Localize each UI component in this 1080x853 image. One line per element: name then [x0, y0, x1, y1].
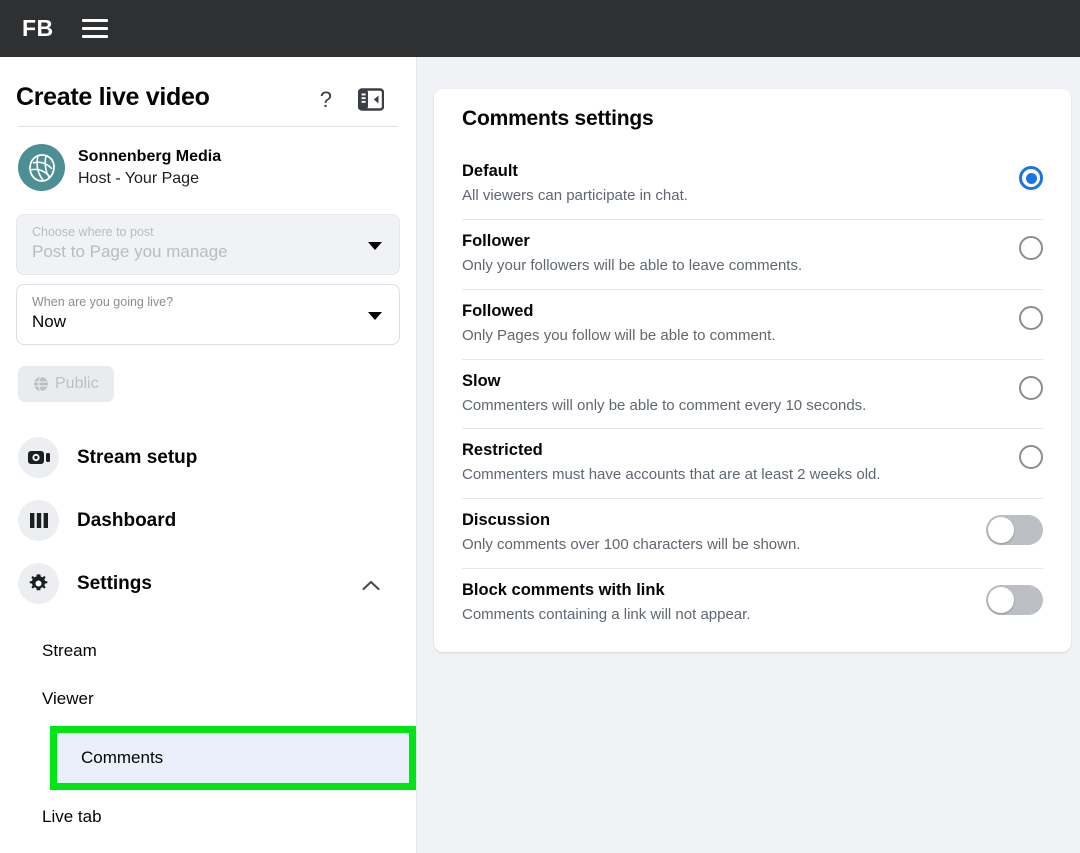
where-to-post-value: Post to Page you manage — [32, 241, 355, 264]
radio-default[interactable] — [1019, 166, 1043, 190]
profile-block: Sonnenberg Media Host - Your Page — [16, 127, 400, 205]
sidebar-item-stream-setup[interactable]: Stream setup — [16, 426, 400, 489]
where-to-post-label: Choose where to post — [32, 224, 355, 240]
setting-description: Only Pages you follow will be able to co… — [462, 325, 775, 347]
radio-slow[interactable] — [1019, 376, 1043, 400]
setting-row-block-links: Block comments with link Comments contai… — [434, 568, 1071, 638]
comments-highlight-box: Comments — [50, 726, 416, 790]
comments-settings-card: Comments settings Default All viewers ca… — [434, 89, 1071, 652]
chevron-down-icon — [368, 242, 382, 250]
sidebar-item-live-tab[interactable]: Live tab — [16, 793, 400, 841]
setting-title: Block comments with link — [462, 579, 751, 602]
toggle-block-links[interactable] — [986, 585, 1043, 615]
setting-description: Commenters will only be able to comment … — [462, 395, 866, 417]
sidebar-item-label: Stream setup — [77, 447, 197, 469]
setting-description: Comments containing a link will not appe… — [462, 604, 751, 626]
collapse-panel-icon[interactable] — [358, 88, 384, 111]
main-panel: Comments settings Default All viewers ca… — [417, 57, 1080, 853]
sidebar-item-stream[interactable]: Stream — [16, 627, 400, 675]
setting-description: Only comments over 100 characters will b… — [462, 534, 800, 556]
header-icon-group: ? — [320, 88, 384, 111]
setting-title: Followed — [462, 300, 775, 323]
toggle-knob — [988, 517, 1014, 543]
settings-rows: Default All viewers can participate in c… — [434, 149, 1071, 638]
chevron-up-icon[interactable] — [362, 580, 380, 591]
hamburger-icon[interactable] — [82, 19, 108, 38]
hamburger-bar — [82, 35, 108, 38]
chevron-down-icon — [368, 312, 382, 320]
privacy-label: Public — [55, 375, 99, 393]
setting-row-restricted: Restricted Commenters must have accounts… — [434, 428, 1071, 498]
sidebar-item-dashboard[interactable]: Dashboard — [16, 489, 400, 552]
card-title: Comments settings — [434, 107, 1071, 131]
setting-description: All viewers can participate in chat. — [462, 185, 688, 207]
gear-icon — [18, 563, 59, 604]
profile-role: Host - Your Page — [78, 168, 221, 190]
page-avatar — [18, 144, 65, 191]
video-camera-icon — [18, 437, 59, 478]
globe-icon — [33, 376, 49, 392]
toggle-knob — [988, 587, 1014, 613]
setting-row-followed: Followed Only Pages you follow will be a… — [434, 289, 1071, 359]
fb-logo: FB — [22, 17, 54, 40]
page-body: Create live video ? — [0, 57, 1080, 853]
setting-row-default: Default All viewers can participate in c… — [434, 149, 1071, 219]
radio-followed[interactable] — [1019, 306, 1043, 330]
sidebar-item-label: Dashboard — [77, 510, 176, 532]
sidebar-item-viewer[interactable]: Viewer — [16, 675, 400, 723]
setting-row-follower: Follower Only your followers will be abl… — [434, 219, 1071, 289]
sidebar-item-comments[interactable]: Comments — [57, 733, 409, 783]
setting-title: Follower — [462, 230, 802, 253]
privacy-button[interactable]: Public — [18, 366, 114, 402]
sidebar-item-settings[interactable]: Settings — [16, 552, 400, 615]
where-to-post-select[interactable]: Choose where to post Post to Page you ma… — [16, 214, 400, 275]
question-mark-icon[interactable]: ? — [320, 89, 332, 111]
settings-subnav: Stream Viewer Comments Live tab — [16, 627, 400, 841]
radio-restricted[interactable] — [1019, 445, 1043, 469]
hamburger-bar — [82, 19, 108, 22]
setting-title: Slow — [462, 370, 866, 393]
toggle-discussion[interactable] — [986, 515, 1043, 545]
setting-title: Default — [462, 160, 688, 183]
columns-icon — [18, 500, 59, 541]
when-going-live-label: When are you going live? — [32, 294, 355, 310]
sidebar-nav: Stream setup Dashboard — [16, 426, 400, 841]
when-going-live-value: Now — [32, 311, 355, 334]
setting-row-discussion: Discussion Only comments over 100 charac… — [434, 498, 1071, 568]
hamburger-bar — [82, 27, 108, 30]
sidebar: Create live video ? — [0, 57, 417, 853]
sidebar-header: Create live video ? — [16, 57, 400, 126]
radio-follower[interactable] — [1019, 236, 1043, 260]
setting-description: Commenters must have accounts that are a… — [462, 464, 881, 486]
when-going-live-select[interactable]: When are you going live? Now — [16, 284, 400, 345]
setting-description: Only your followers will be able to leav… — [462, 255, 802, 277]
setting-title: Discussion — [462, 509, 800, 532]
profile-name: Sonnenberg Media — [78, 146, 221, 168]
page-title: Create live video — [16, 83, 210, 112]
top-bar: FB — [0, 0, 1080, 57]
setting-row-slow: Slow Commenters will only be able to com… — [434, 359, 1071, 429]
setting-title: Restricted — [462, 439, 881, 462]
sidebar-item-label: Settings — [77, 573, 152, 595]
